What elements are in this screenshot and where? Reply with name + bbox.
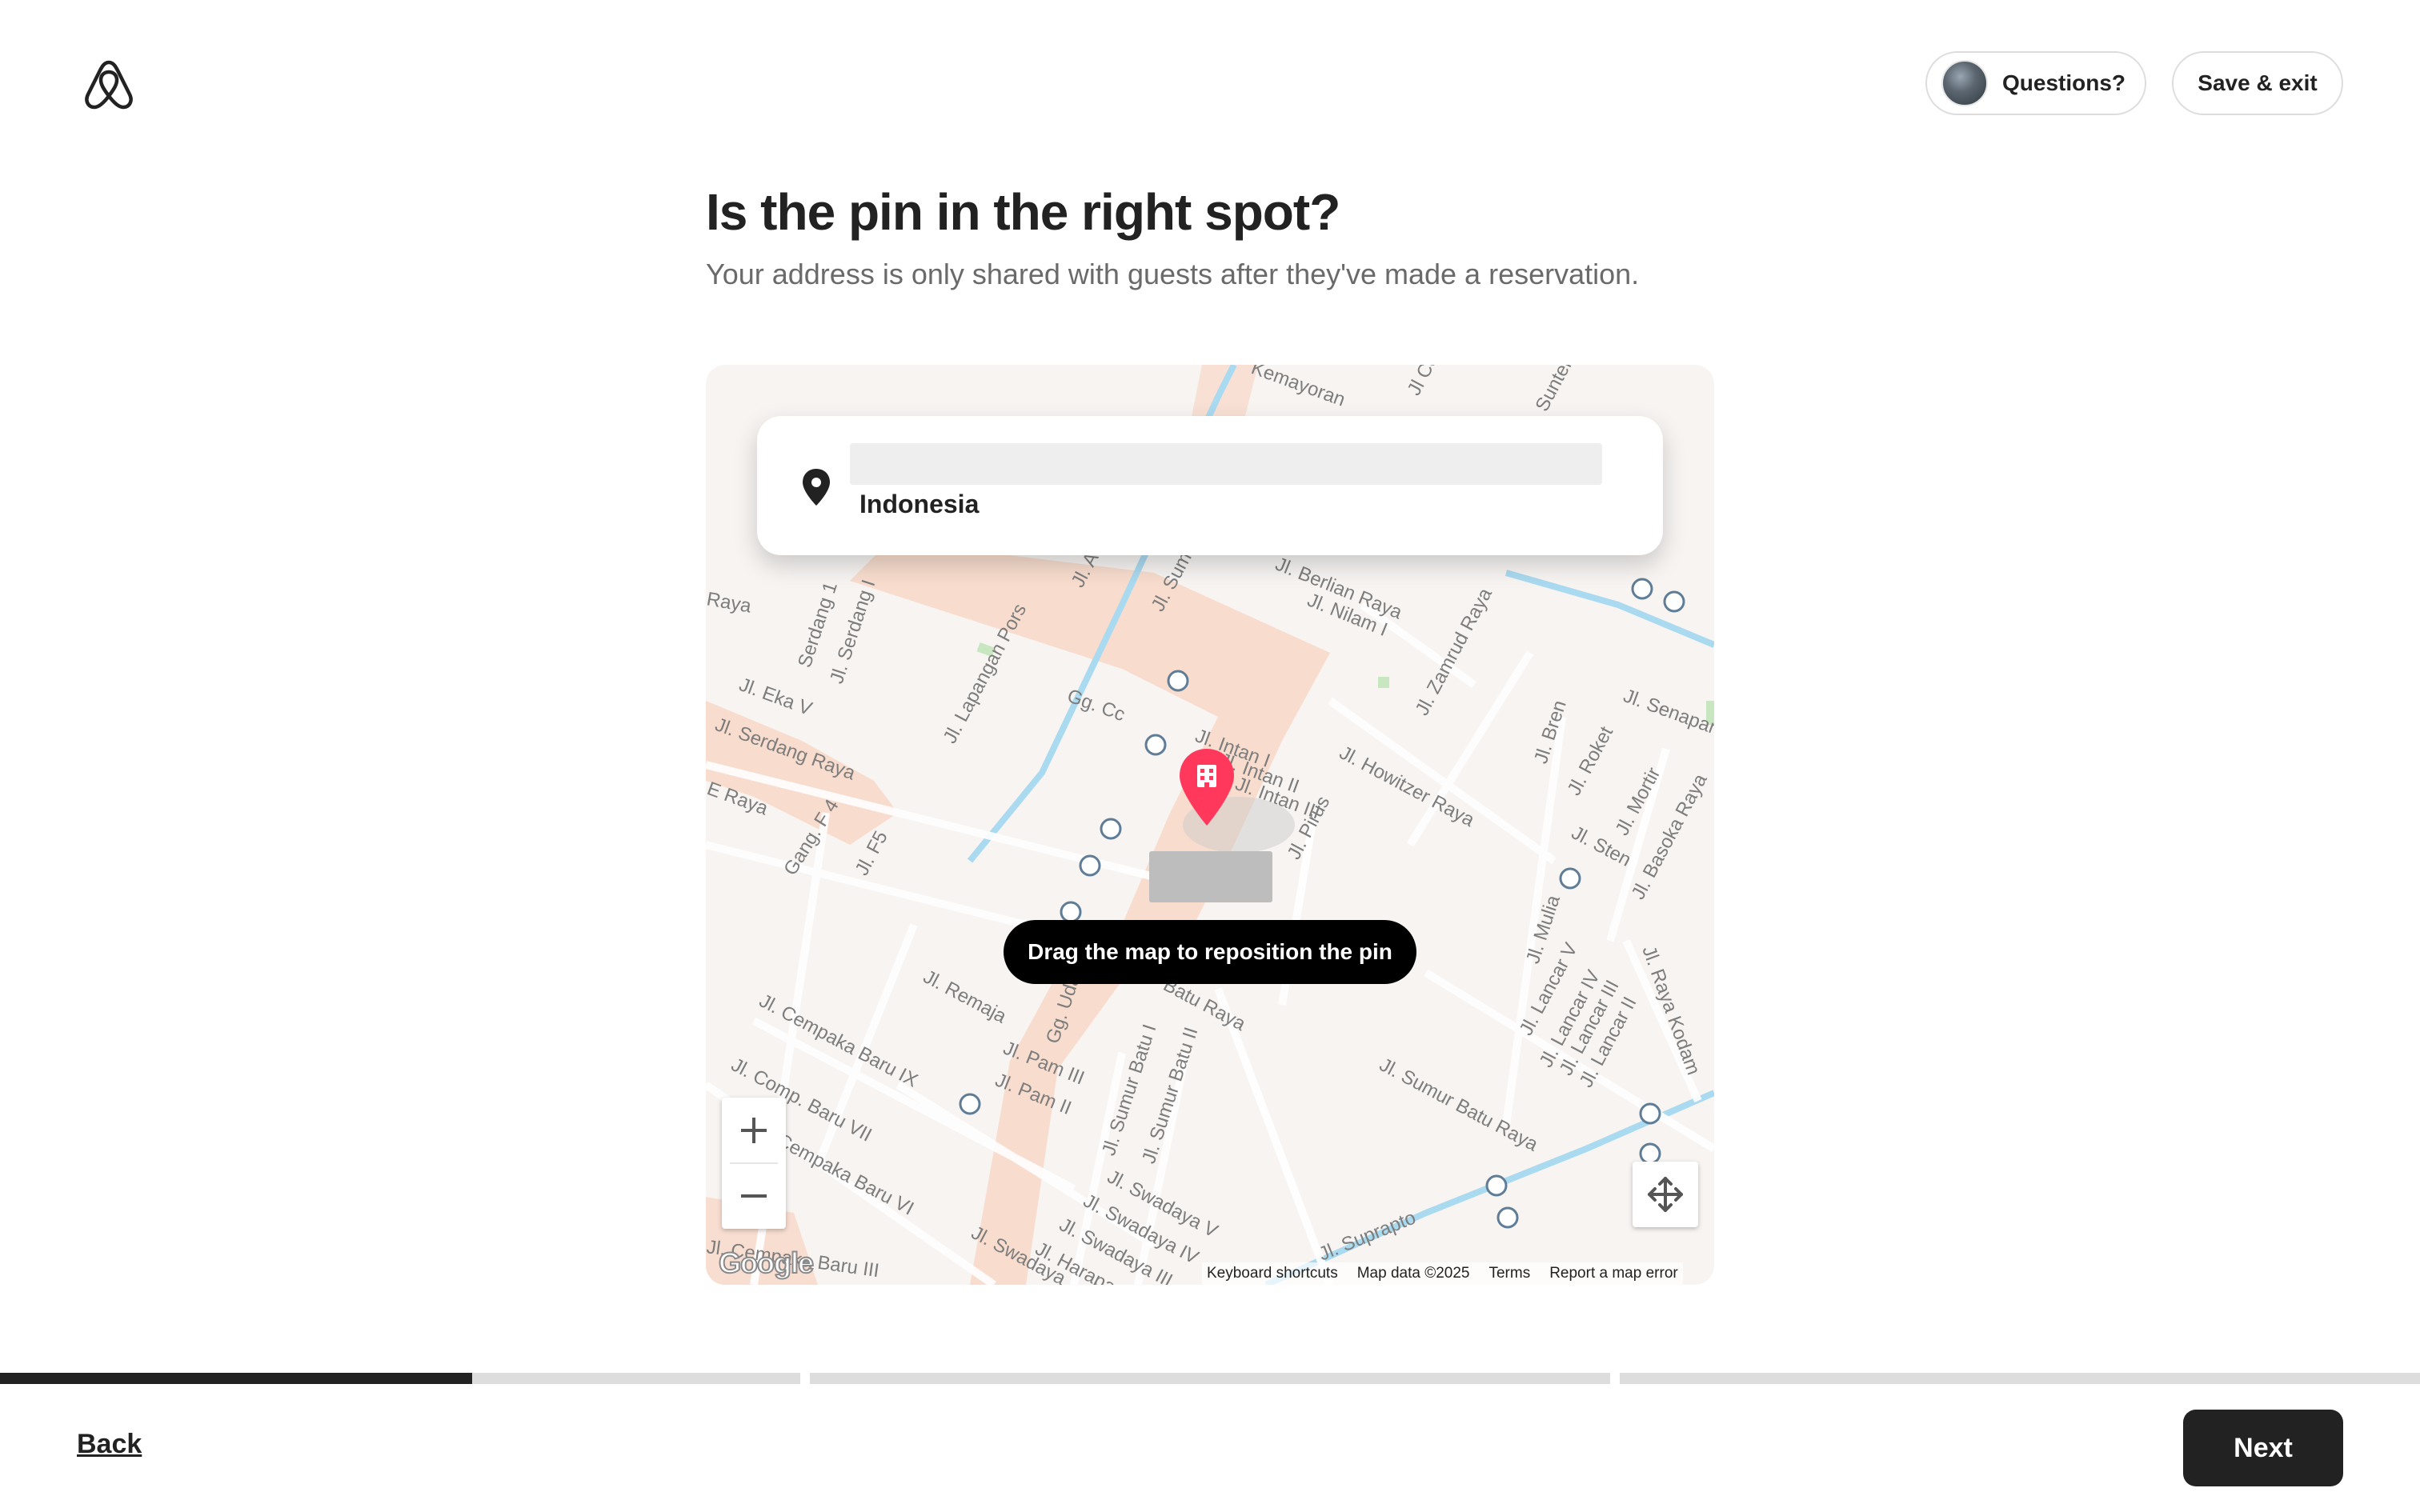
top-bar: Questions? Save & exit [0,0,2420,168]
keyboard-shortcuts-link[interactable]: Keyboard shortcuts [1207,1265,1338,1282]
bus-stop-markers [959,578,1685,1229]
page-title: Is the pin in the right spot? [706,183,1340,241]
street-label: Jl. Senapan [1621,685,1714,740]
avatar [1941,60,1988,106]
bus-stop-icon [1631,578,1653,600]
street-address-redacted [850,443,1602,485]
bus-stop-icon [1639,1102,1661,1125]
save-exit-button[interactable]: Save & exit [2172,51,2343,115]
street-label: Jl. Eka V [736,674,815,720]
redacted-map-label [1149,851,1272,902]
map[interactable]: Jl. Serdang Raya Jl. Eka V E Raya Raya S… [706,365,1714,1285]
progress-segment [0,1373,800,1384]
bus-stop-icon [1100,818,1122,840]
bus-stop-icon [1663,590,1685,613]
street-label: Jl. Remaja [920,966,1010,1027]
questions-label: Questions? [2002,70,2126,95]
street-label: Sunter [1531,365,1577,415]
bus-stop-icon [1559,867,1581,890]
bus-stop-icon [959,1093,981,1115]
bus-stop-icon [1167,670,1189,692]
map-attribution: Keyboard shortcuts Map data ©2025 Terms … [1202,1262,1683,1285]
location-pin-icon [803,469,830,506]
progress-segment [1620,1373,2420,1384]
questions-button[interactable]: Questions? [1925,51,2146,115]
save-exit-label: Save & exit [2198,70,2318,95]
drag-hint-tooltip: Drag the map to reposition the pin [1004,920,1416,984]
listing-pin-icon[interactable] [1176,747,1237,827]
zoom-controls [722,1098,786,1229]
zoom-out-button[interactable] [722,1163,786,1229]
terms-link[interactable]: Terms [1488,1265,1530,1282]
page-subtitle: Your address is only shared with guests … [706,258,1640,290]
country-label: Indonesia [859,490,980,518]
google-logo: Google [718,1246,815,1280]
bus-stop-icon [1079,854,1101,877]
progress-fill [0,1373,472,1384]
bus-stop-icon [1144,734,1167,756]
next-button[interactable]: Next [2183,1410,2343,1486]
street-label: Jl Cc [1403,365,1442,399]
progress-segment [810,1373,1610,1384]
street-label: Jl. Suprapto [1316,1207,1419,1266]
street-label: Jl. Mortir [1611,764,1665,839]
map-main-road [850,541,1330,1285]
report-map-error-link[interactable]: Report a map error [1549,1265,1678,1282]
plus-icon [741,1118,767,1143]
street-label: Jl. Roket [1563,722,1617,798]
minus-icon [741,1194,767,1198]
progress-bar [0,1373,2420,1384]
street-label: Kemayoran [1248,365,1348,411]
street-label: Raya [706,588,753,617]
street-label: Jl. Bren [1530,698,1571,766]
map-data-label: Map data ©2025 [1356,1265,1470,1282]
bus-stop-icon [1060,901,1082,923]
map-canal [1504,570,1714,648]
bus-stop-icon [1485,1174,1508,1197]
address-card[interactable]: Indonesia [757,416,1663,555]
bus-stop-icon [1639,1142,1661,1165]
street-label: Gg. Cc [1064,685,1128,726]
move-arrows-icon [1648,1177,1683,1212]
back-link[interactable]: Back [77,1429,142,1460]
move-map-button[interactable] [1633,1162,1698,1227]
street-label: Jl. Raya Kodam [1637,943,1704,1078]
map-park [1378,677,1389,688]
bus-stop-icon [1496,1206,1519,1229]
zoom-in-button[interactable] [722,1098,786,1163]
airbnb-logo[interactable] [80,56,138,114]
